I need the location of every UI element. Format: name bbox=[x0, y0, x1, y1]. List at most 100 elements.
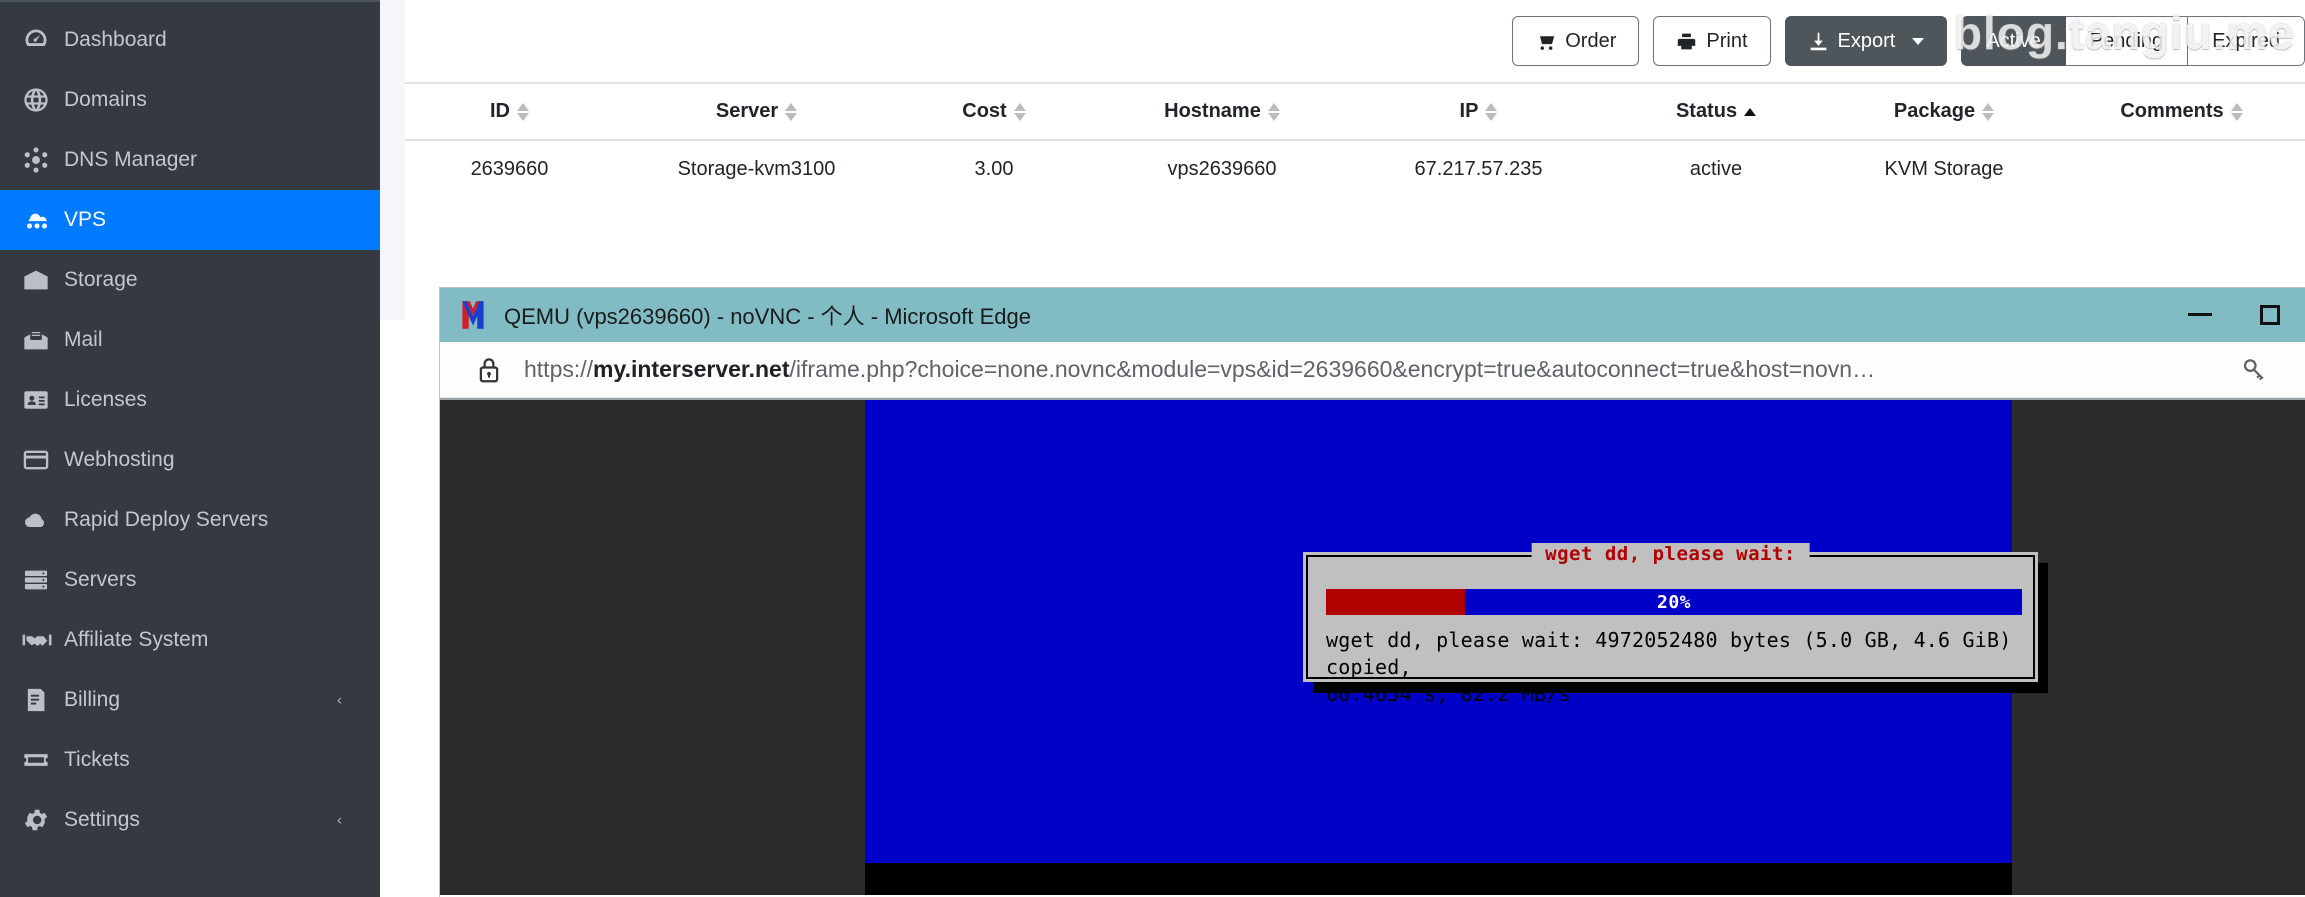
sidebar-item-rapid-deploy-servers[interactable]: Rapid Deploy Servers bbox=[0, 490, 380, 550]
password-key-icon[interactable] bbox=[2239, 355, 2269, 385]
printer-icon bbox=[1676, 31, 1697, 52]
sidebar-item-webhosting[interactable]: Webhosting bbox=[0, 430, 380, 490]
cell-id: 2639660 bbox=[405, 140, 614, 199]
sidebar-item-label: Tickets bbox=[64, 748, 130, 771]
cart-icon bbox=[1535, 31, 1556, 52]
column-header-hostname-label: Hostname bbox=[1164, 100, 1261, 122]
cloud-servers-icon bbox=[22, 205, 64, 235]
novnc-canvas[interactable]: wget dd, please wait: 20% wget dd, pleas… bbox=[440, 398, 2305, 895]
progress-bar: 20% bbox=[1326, 589, 2022, 615]
column-header-package-label: Package bbox=[1893, 100, 1976, 122]
column-header-status-label: Status bbox=[1675, 100, 1738, 122]
column-header-ip[interactable]: IP bbox=[1355, 82, 1602, 141]
sidebar-item-label: Licenses bbox=[64, 388, 147, 411]
vnc-guest-screen[interactable]: wget dd, please wait: 20% wget dd, pleas… bbox=[865, 400, 2048, 895]
tab-expired-label: Expired bbox=[2212, 29, 2280, 52]
tab-active[interactable]: Active bbox=[1961, 16, 2066, 66]
table-row[interactable]: 2639660 Storage-kvm3100 3.00 vps2639660 … bbox=[405, 140, 2305, 199]
sidebar-item-vps[interactable]: VPS bbox=[0, 190, 380, 250]
cell-server: Storage-kvm3100 bbox=[614, 140, 899, 199]
sort-icon bbox=[2230, 102, 2243, 121]
content-left-gutter bbox=[380, 0, 405, 320]
export-button-label: Export bbox=[1837, 29, 1896, 52]
dashboard-icon bbox=[22, 25, 64, 55]
column-header-comments-label: Comments bbox=[2120, 100, 2224, 122]
url-scheme: https:// bbox=[524, 356, 594, 382]
progress-dialog: wget dd, please wait: 20% wget dd, pleas… bbox=[1303, 543, 2038, 706]
window-icon bbox=[22, 445, 64, 475]
column-header-id[interactable]: ID bbox=[405, 82, 614, 141]
screenshot-root: Dashboard Domains DNS Manager VPS Storag bbox=[0, 0, 2305, 897]
dialog-title: wget dd, please wait: bbox=[1531, 543, 1810, 565]
column-header-status[interactable]: Status bbox=[1602, 82, 1830, 141]
sidebar-item-label: Mail bbox=[64, 328, 103, 351]
sidebar-item-domains[interactable]: Domains bbox=[0, 70, 380, 130]
maximize-icon bbox=[2260, 304, 2280, 325]
sort-icon bbox=[785, 102, 798, 121]
sidebar-item-storage[interactable]: Storage bbox=[0, 250, 380, 310]
sidebar-item-tickets[interactable]: Tickets bbox=[0, 730, 380, 790]
table-body: 2639660 Storage-kvm3100 3.00 vps2639660 … bbox=[405, 140, 2305, 199]
column-header-ip-label: IP bbox=[1459, 100, 1479, 122]
status-filter-tabs: Active Pending Expired bbox=[1961, 16, 2305, 66]
tab-expired[interactable]: Expired bbox=[2188, 16, 2305, 66]
print-button[interactable]: Print bbox=[1653, 16, 1771, 66]
sort-icon bbox=[1013, 102, 1026, 121]
vps-table-container: ID Server Cost Hostname IP Status Packag… bbox=[405, 82, 2305, 199]
tab-pending[interactable]: Pending bbox=[2065, 16, 2189, 66]
edge-icon bbox=[456, 298, 490, 332]
sidebar-item-label: Rapid Deploy Servers bbox=[64, 508, 269, 531]
browser-titlebar[interactable]: QEMU (vps2639660) - noVNC - 个人 - Microso… bbox=[440, 288, 2305, 342]
dns-gear-icon bbox=[22, 145, 64, 175]
lock-icon bbox=[476, 355, 502, 385]
sidebar-item-dns-manager[interactable]: DNS Manager bbox=[0, 130, 380, 190]
column-header-cost[interactable]: Cost bbox=[899, 82, 1089, 141]
chevron-left-icon: ‹ bbox=[337, 811, 342, 829]
table-header-row: ID Server Cost Hostname IP Status Packag… bbox=[405, 82, 2305, 141]
cell-hostname: vps2639660 bbox=[1089, 140, 1355, 199]
address-bar-text: https://my.interserver.net/iframe.php?ch… bbox=[524, 356, 1875, 383]
cell-comments bbox=[2058, 140, 2305, 199]
sort-icon bbox=[1982, 102, 1995, 121]
sidebar-item-settings[interactable]: Settings ‹ bbox=[0, 790, 380, 850]
order-button[interactable]: Order bbox=[1512, 16, 1640, 66]
browser-window: QEMU (vps2639660) - noVNC - 个人 - Microso… bbox=[440, 288, 2305, 897]
column-header-cost-label: Cost bbox=[962, 100, 1007, 122]
column-header-comments[interactable]: Comments bbox=[2058, 82, 2305, 141]
sidebar-item-label: DNS Manager bbox=[64, 148, 198, 171]
sidebar-item-label: Billing bbox=[64, 688, 121, 711]
mail-icon bbox=[22, 325, 64, 355]
cloud-icon bbox=[22, 505, 64, 535]
cell-package: KVM Storage bbox=[1830, 140, 2058, 199]
sidebar-item-dashboard[interactable]: Dashboard bbox=[0, 10, 380, 70]
minimize-button[interactable] bbox=[2165, 288, 2235, 342]
content-toolbar: Order Print Export Active Pending Expire… bbox=[405, 0, 2305, 82]
sidebar-item-licenses[interactable]: Licenses bbox=[0, 370, 380, 430]
handshake-icon bbox=[22, 625, 64, 655]
sidebar-item-servers[interactable]: Servers bbox=[0, 550, 380, 610]
url-path: /iframe.php?choice=none.novnc&module=vps… bbox=[789, 356, 1876, 382]
sidebar-item-billing[interactable]: Billing ‹ bbox=[0, 670, 380, 730]
url-host: my.interserver.net bbox=[593, 356, 790, 382]
maximize-button[interactable] bbox=[2235, 288, 2305, 342]
column-header-server-label: Server bbox=[715, 100, 779, 122]
browser-address-bar[interactable]: https://my.interserver.net/iframe.php?ch… bbox=[440, 342, 2305, 398]
sidebar-item-label: Servers bbox=[64, 568, 137, 591]
sidebar-top-divider bbox=[0, 0, 380, 2]
column-header-hostname[interactable]: Hostname bbox=[1089, 82, 1355, 141]
column-header-package[interactable]: Package bbox=[1830, 82, 2058, 141]
sidebar-item-mail[interactable]: Mail bbox=[0, 310, 380, 370]
column-header-server[interactable]: Server bbox=[614, 82, 899, 141]
sidebar-item-affiliate-system[interactable]: Affiliate System bbox=[0, 610, 380, 670]
dialog-inner-frame: wget dd, please wait: 20% wget dd, pleas… bbox=[1306, 543, 2035, 706]
export-button[interactable]: Export bbox=[1784, 16, 1948, 66]
vnc-console-strip bbox=[865, 863, 2012, 895]
column-header-id-label: ID bbox=[490, 100, 510, 122]
dialog-message: wget dd, please wait: 4972052480 bytes (… bbox=[1326, 628, 2012, 706]
download-icon bbox=[1808, 31, 1829, 52]
vps-table: ID Server Cost Hostname IP Status Packag… bbox=[405, 82, 2305, 199]
sort-icon bbox=[1485, 102, 1498, 121]
id-card-icon bbox=[22, 385, 64, 415]
server-rack-icon bbox=[22, 565, 64, 595]
sidebar-item-label: Webhosting bbox=[64, 448, 175, 471]
